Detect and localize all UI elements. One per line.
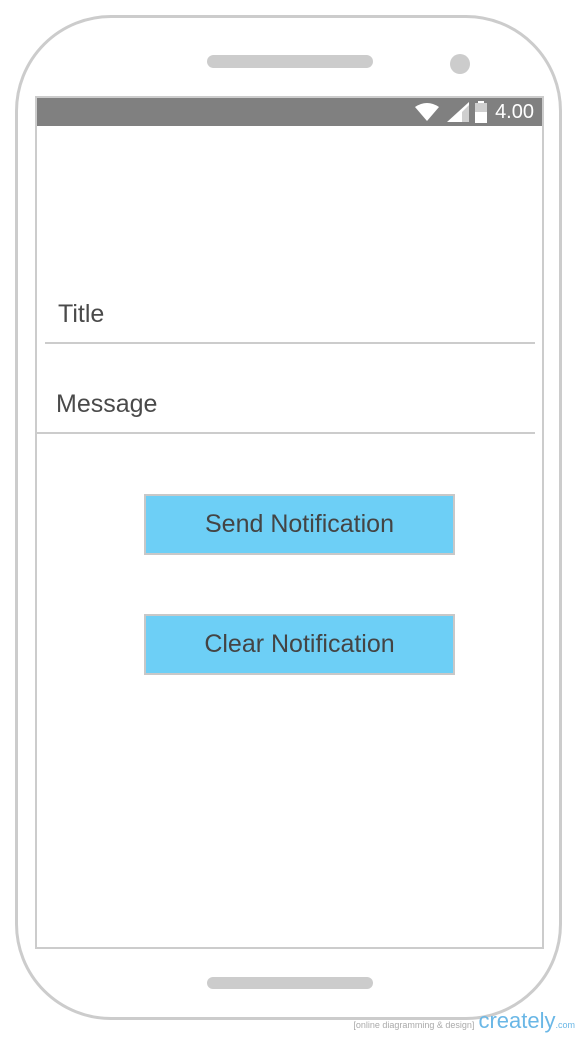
message-input-underline bbox=[37, 432, 535, 434]
phone-camera bbox=[450, 54, 470, 74]
watermark-suffix: .com bbox=[555, 1020, 575, 1030]
phone-home-bar bbox=[207, 977, 373, 989]
phone-speaker bbox=[207, 55, 373, 68]
clear-notification-button[interactable]: Clear Notification bbox=[144, 614, 455, 675]
send-notification-button[interactable]: Send Notification bbox=[144, 494, 455, 555]
status-bar: 4.00 bbox=[37, 98, 542, 126]
watermark-brand: creately bbox=[478, 1008, 556, 1033]
message-input[interactable]: Message bbox=[56, 390, 157, 419]
status-icons: 4.00 bbox=[415, 98, 534, 126]
status-time: 4.00 bbox=[495, 101, 534, 123]
wifi-icon bbox=[415, 103, 440, 121]
watermark-tagline: [online diagramming & design] bbox=[353, 1020, 475, 1030]
title-input-underline bbox=[45, 342, 535, 344]
creately-watermark: [online diagramming & design] creately .… bbox=[353, 1008, 575, 1034]
battery-icon bbox=[475, 101, 488, 123]
signal-icon bbox=[447, 102, 470, 122]
title-input[interactable]: Title bbox=[58, 300, 104, 329]
